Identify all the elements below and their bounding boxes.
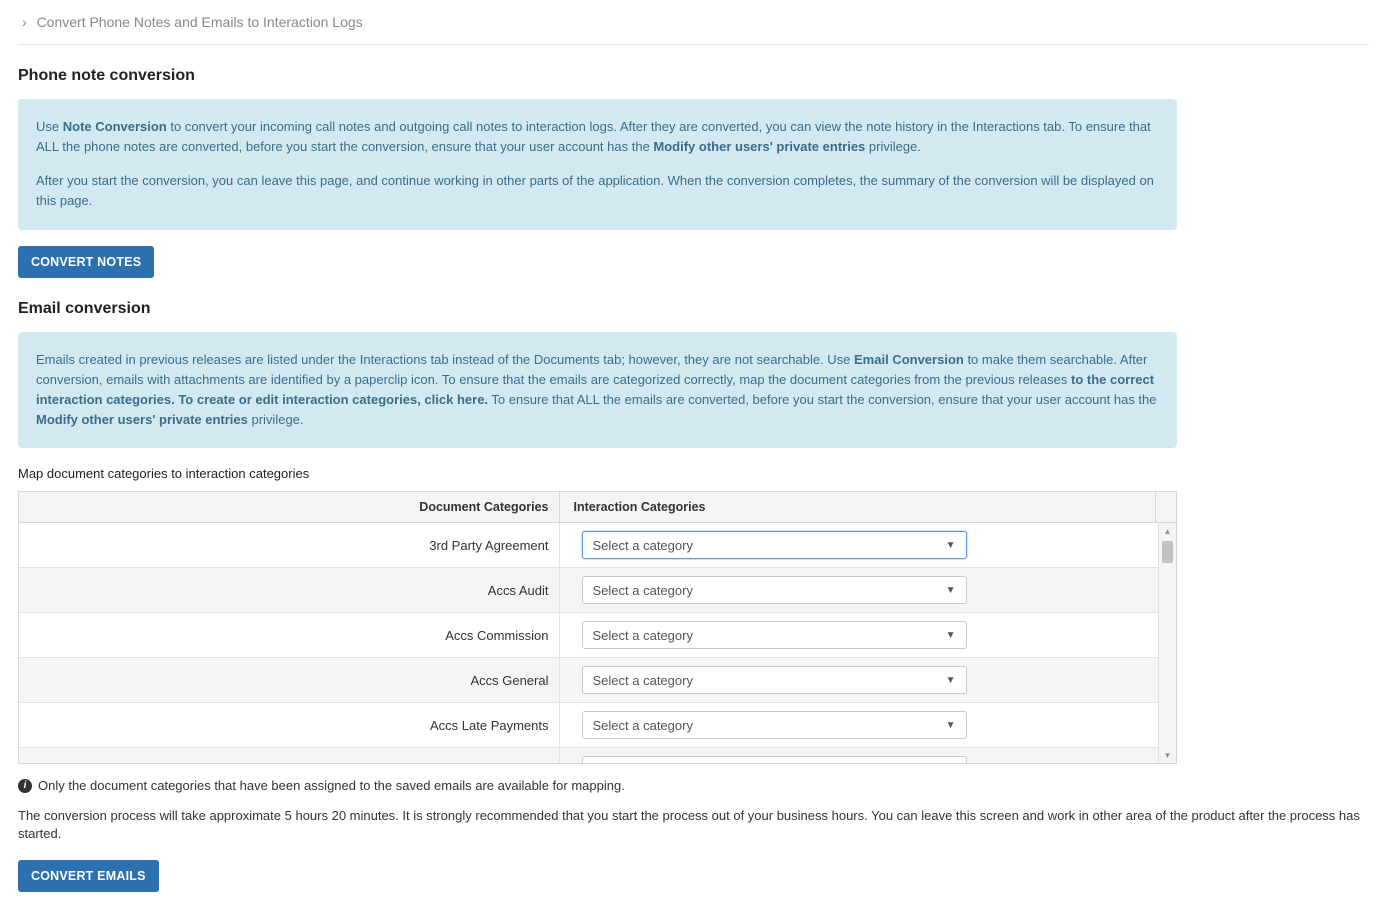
map-subtitle: Map document categories to interaction c… xyxy=(18,466,1387,481)
convert-emails-button[interactable]: CONVERT EMAILS xyxy=(18,860,159,892)
document-category-label: Accs Audit xyxy=(19,568,559,613)
col-header-document: Document Categories xyxy=(19,492,559,523)
scroll-down-icon[interactable]: ▾ xyxy=(1159,748,1176,762)
select-placeholder: Select a category xyxy=(593,718,693,733)
table-row: Accs Commission Select a category ▼ xyxy=(19,613,1176,658)
select-placeholder: Select a category xyxy=(593,628,693,643)
interaction-category-cell: Select a category▼ xyxy=(559,748,1176,764)
breadcrumb: › Convert Phone Notes and Emails to Inte… xyxy=(18,0,1369,45)
table-row: Accs General Select a category ▼ xyxy=(19,658,1176,703)
chevron-down-icon: ▼ xyxy=(946,720,956,731)
chevron-down-icon: ▼ xyxy=(946,540,956,551)
table-row: Accs Late Payments Select a category ▼ xyxy=(19,703,1176,748)
interaction-category-select[interactable]: Select a category ▼ xyxy=(582,621,967,649)
col-header-interaction: Interaction Categories xyxy=(559,492,1156,523)
select-placeholder: Select a category xyxy=(593,583,693,598)
interaction-category-cell: Select a category ▼ xyxy=(559,658,1176,703)
email-info-p: Emails created in previous releases are … xyxy=(36,350,1159,431)
table-scrollbar[interactable]: ▴ ▾ xyxy=(1158,523,1176,763)
document-category-label: Accs LL Queries xyxy=(19,748,559,764)
select-placeholder: Select a category xyxy=(593,763,693,764)
category-map-table: Document Categories Interaction Categori… xyxy=(18,491,1177,764)
scroll-thumb[interactable] xyxy=(1162,541,1173,563)
chevron-down-icon: ▼ xyxy=(946,675,956,686)
interaction-category-select[interactable]: Select a category▼ xyxy=(582,756,967,763)
phone-info-p2: After you start the conversion, you can … xyxy=(36,171,1159,211)
breadcrumb-title: Convert Phone Notes and Emails to Intera… xyxy=(37,14,363,30)
phone-info-p1: Use Note Conversion to convert your inco… xyxy=(36,117,1159,157)
edit-categories-link[interactable]: To create or edit interaction categories… xyxy=(175,392,488,407)
document-category-label: Accs Late Payments xyxy=(19,703,559,748)
info-icon: i xyxy=(18,779,32,793)
chevron-down-icon: ▼ xyxy=(946,630,956,641)
select-placeholder: Select a category xyxy=(593,538,693,553)
document-category-label: 3rd Party Agreement xyxy=(19,523,559,568)
interaction-category-select[interactable]: Select a category ▼ xyxy=(582,576,967,604)
table-row: Accs LL Queries Select a category▼ xyxy=(19,748,1176,764)
interaction-category-cell: Select a category ▼ xyxy=(559,703,1176,748)
chevron-down-icon: ▼ xyxy=(946,585,956,596)
document-category-label: Accs General xyxy=(19,658,559,703)
email-section-title: Email conversion xyxy=(18,300,1387,318)
process-duration-note: The conversion process will take approxi… xyxy=(18,807,1387,843)
mapping-note: iOnly the document categories that have … xyxy=(18,778,1387,793)
col-header-scroll-gutter xyxy=(1156,492,1177,523)
interaction-category-cell: Select a category ▼ xyxy=(559,568,1176,613)
interaction-category-cell: Select a category ▼ xyxy=(559,523,1176,568)
phone-info-box: Use Note Conversion to convert your inco… xyxy=(18,99,1177,230)
scroll-up-icon[interactable]: ▴ xyxy=(1159,524,1176,538)
table-row: Accs Audit Select a category ▼ xyxy=(19,568,1176,613)
convert-notes-button[interactable]: CONVERT NOTES xyxy=(18,246,154,278)
interaction-category-select[interactable]: Select a category ▼ xyxy=(582,711,967,739)
interaction-category-select[interactable]: Select a category ▼ xyxy=(582,666,967,694)
email-info-box: Emails created in previous releases are … xyxy=(18,332,1177,449)
table-row: 3rd Party Agreement Select a category ▼ xyxy=(19,523,1176,568)
interaction-category-select[interactable]: Select a category ▼ xyxy=(582,531,967,559)
chevron-right-icon: › xyxy=(22,14,27,30)
interaction-category-cell: Select a category ▼ xyxy=(559,613,1176,658)
document-category-label: Accs Commission xyxy=(19,613,559,658)
phone-section-title: Phone note conversion xyxy=(18,67,1387,85)
select-placeholder: Select a category xyxy=(593,673,693,688)
